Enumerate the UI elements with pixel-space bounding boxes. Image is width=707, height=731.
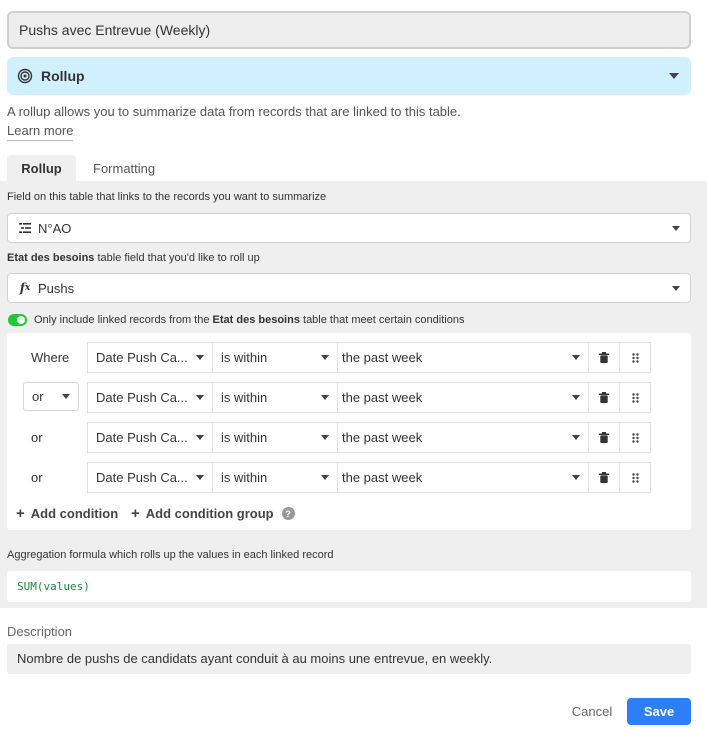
- filter-text-before: Only include linked records from the: [34, 314, 213, 326]
- conditions-box: Where Date Push Ca... is within the past…: [7, 333, 691, 530]
- drag-condition-handle[interactable]: [619, 462, 651, 493]
- drag-condition-handle[interactable]: [619, 342, 651, 373]
- condition-operator-value: is within: [221, 430, 268, 445]
- trash-icon: [599, 472, 609, 483]
- condition-field-value: Date Push Ca...: [96, 390, 188, 405]
- filter-text-after: table that meet certain conditions: [299, 314, 465, 326]
- condition-conjunction: Where: [31, 350, 70, 365]
- chevron-down-icon: [672, 225, 680, 231]
- drag-handle-icon: [631, 432, 639, 443]
- condition-conjunction: or: [31, 470, 43, 485]
- condition-field-value: Date Push Ca...: [96, 430, 188, 445]
- rollup-field-value: Pushs: [38, 280, 75, 296]
- add-condition-label: Add condition: [30, 506, 119, 521]
- linked-records-icon: [18, 221, 32, 235]
- chevron-down-icon: [196, 395, 204, 400]
- field-name-input[interactable]: Pushs avec Entrevue (Weekly): [7, 11, 691, 49]
- condition-field-value: Date Push Ca...: [96, 470, 188, 485]
- delete-condition-button[interactable]: [588, 462, 620, 493]
- condition-operator-select[interactable]: is within: [212, 342, 338, 373]
- description-input[interactable]: Nombre de pushs de candidats ayant condu…: [7, 644, 691, 674]
- type-description: A rollup allows you to summarize data fr…: [7, 104, 461, 119]
- condition-value-text: the past week: [342, 470, 423, 485]
- conjunction-select[interactable]: or: [23, 382, 79, 411]
- condition-conjunction: or: [31, 430, 43, 445]
- field-type-label: Rollup: [41, 68, 85, 84]
- plus-icon: +: [16, 505, 25, 522]
- condition-field-value: Date Push Ca...: [96, 350, 188, 365]
- drag-handle-icon: [631, 392, 639, 403]
- condition-value-select[interactable]: the past week: [337, 462, 589, 493]
- condition-field-select[interactable]: Date Push Ca...: [87, 422, 213, 453]
- condition-operator-select[interactable]: is within: [212, 422, 338, 453]
- chevron-down-icon: [321, 355, 329, 360]
- filter-toggle[interactable]: [8, 314, 27, 326]
- chevron-down-icon: [572, 355, 580, 360]
- condition-field-select[interactable]: Date Push Ca...: [87, 382, 213, 413]
- chevron-down-icon: [669, 73, 679, 79]
- trash-icon: [599, 392, 609, 403]
- delete-condition-button[interactable]: [588, 422, 620, 453]
- condition-operator-value: is within: [221, 390, 268, 405]
- rollup-field-label-rest: table field that you'd like to roll up: [94, 252, 260, 264]
- condition-value-select[interactable]: the past week: [337, 422, 589, 453]
- condition-operator-value: is within: [221, 350, 268, 365]
- save-button[interactable]: Save: [627, 698, 691, 725]
- formula-icon: fx: [19, 281, 31, 295]
- delete-condition-button[interactable]: [588, 342, 620, 373]
- conjunction-value: or: [32, 389, 44, 404]
- rollup-field-select[interactable]: fx Pushs: [7, 273, 691, 303]
- aggregation-formula-input[interactable]: SUM(values): [7, 571, 691, 602]
- chevron-down-icon: [196, 475, 204, 480]
- filter-table-name: Etat des besoins: [212, 314, 300, 326]
- plus-icon: +: [131, 505, 140, 522]
- chevron-down-icon: [196, 355, 204, 360]
- cancel-button[interactable]: Cancel: [560, 698, 624, 725]
- learn-more-link[interactable]: Learn more: [7, 123, 74, 141]
- condition-value-text: the past week: [342, 350, 423, 365]
- drag-handle-icon: [631, 472, 639, 483]
- condition-value-select[interactable]: the past week: [337, 382, 589, 413]
- condition-value-select[interactable]: the past week: [337, 342, 589, 373]
- condition-field-select[interactable]: Date Push Ca...: [87, 342, 213, 373]
- drag-handle-icon: [631, 352, 639, 363]
- link-field-value: N°AO: [38, 220, 72, 236]
- add-condition-button[interactable]: + Add condition: [16, 505, 118, 522]
- description-label: Description: [7, 624, 73, 639]
- drag-condition-handle[interactable]: [619, 422, 651, 453]
- field-type-select[interactable]: Rollup: [7, 57, 691, 95]
- tab-formatting[interactable]: Formatting: [93, 155, 155, 182]
- delete-condition-button[interactable]: [588, 382, 620, 413]
- trash-icon: [599, 432, 609, 443]
- filter-toggle-label: Only include linked records from the Eta…: [34, 314, 464, 326]
- rollup-field-label: Etat des besoins table field that you'd …: [7, 252, 260, 264]
- condition-operator-value: is within: [221, 470, 268, 485]
- link-field-label: Field on this table that links to the re…: [7, 191, 327, 203]
- condition-value-text: the past week: [342, 430, 423, 445]
- add-condition-group-button[interactable]: + Add condition group ?: [131, 505, 295, 522]
- trash-icon: [599, 352, 609, 363]
- chevron-down-icon: [62, 394, 70, 399]
- aggregation-label: Aggregation formula which rolls up the v…: [7, 549, 334, 561]
- link-field-select[interactable]: N°AO: [7, 213, 691, 243]
- chevron-down-icon: [321, 395, 329, 400]
- condition-operator-select[interactable]: is within: [212, 462, 338, 493]
- rollup-field-label-table: Etat des besoins: [7, 252, 95, 264]
- chevron-down-icon: [572, 435, 580, 440]
- drag-condition-handle[interactable]: [619, 382, 651, 413]
- condition-operator-select[interactable]: is within: [212, 382, 338, 413]
- help-icon[interactable]: ?: [281, 507, 295, 520]
- condition-value-text: the past week: [342, 390, 423, 405]
- add-condition-group-label: Add condition group: [145, 506, 274, 521]
- chevron-down-icon: [572, 475, 580, 480]
- chevron-down-icon: [196, 435, 204, 440]
- chevron-down-icon: [321, 475, 329, 480]
- rollup-spiral-icon: [17, 68, 33, 84]
- condition-field-select[interactable]: Date Push Ca...: [87, 462, 213, 493]
- tab-rollup[interactable]: Rollup: [7, 155, 76, 182]
- chevron-down-icon: [672, 285, 680, 291]
- chevron-down-icon: [321, 435, 329, 440]
- chevron-down-icon: [572, 395, 580, 400]
